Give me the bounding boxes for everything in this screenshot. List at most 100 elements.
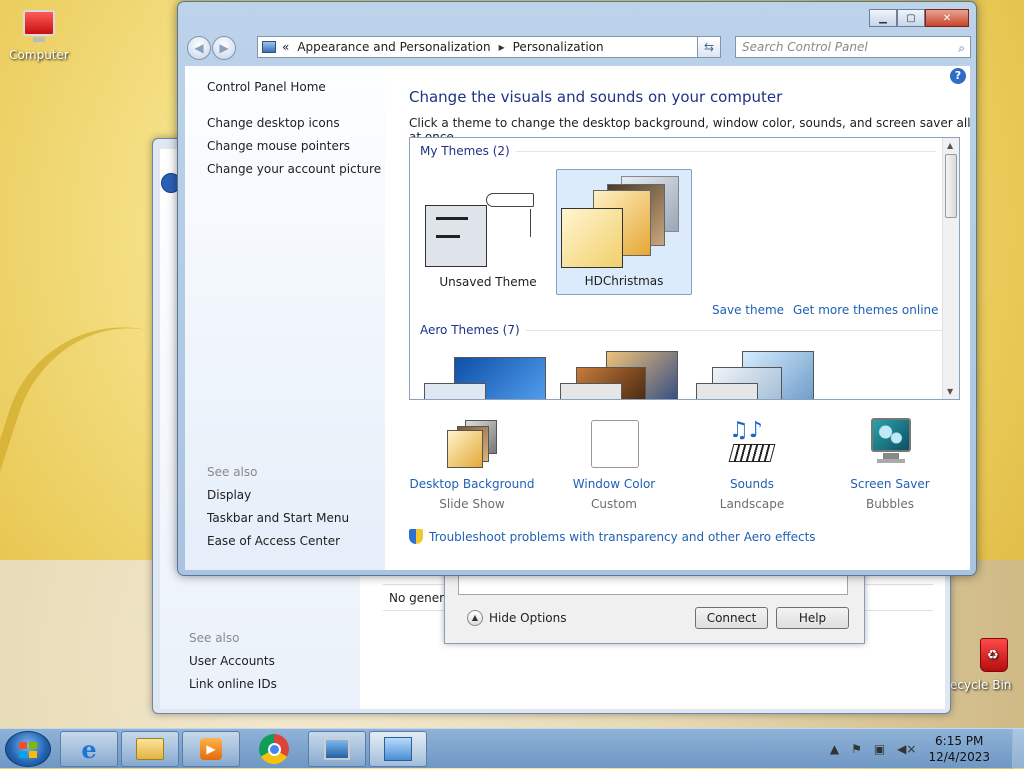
theme-name: Unsaved Theme [439, 275, 537, 289]
scroll-up-icon[interactable]: ▲ [947, 141, 953, 150]
chrome-icon [259, 734, 289, 764]
help-icon[interactable]: ? [950, 68, 966, 84]
breadcrumb-appearance[interactable]: Appearance and Personalization [297, 40, 490, 54]
desktop-icon-computer[interactable]: Computer [6, 8, 72, 62]
page-title: Change the visuals and sounds on your co… [409, 88, 783, 106]
search-input[interactable]: Search Control Panel ⌕ [735, 36, 971, 58]
breadcrumb-personalization[interactable]: Personalization [513, 40, 604, 54]
window-color-icon [587, 418, 641, 468]
search-icon[interactable]: ⌕ [958, 38, 965, 58]
clock[interactable]: 6:15 PM 12/4/2023 [928, 733, 990, 765]
get-more-themes-link[interactable]: Get more themes online [793, 303, 939, 317]
my-themes-label: My Themes (2) [420, 144, 510, 158]
clock-time: 6:15 PM [935, 734, 984, 748]
option-title: Desktop Background [409, 477, 535, 491]
forward-button[interactable]: ▶ [212, 36, 236, 60]
taskbar-file-explorer[interactable] [121, 731, 179, 767]
internet-explorer-icon: e [81, 734, 97, 764]
back-button[interactable]: ◀ [187, 36, 211, 60]
breadcrumb-prefix[interactable]: « [282, 40, 289, 54]
desktop-background-icon [445, 418, 499, 468]
taskbar-remote-desktop[interactable] [308, 731, 366, 767]
sounds-icon: ♫♪ [725, 418, 779, 468]
show-hidden-icons-icon[interactable]: ▲ [830, 742, 839, 756]
taskbar-control-panel[interactable] [369, 731, 427, 767]
see-also-section: See also Display Taskbar and Start Menu … [207, 461, 349, 553]
change-mouse-pointers-link[interactable]: Change mouse pointers [207, 135, 381, 158]
connect-dialog[interactable]: ▲ Hide Options Connect Help [444, 565, 865, 644]
link-online-ids[interactable]: Link online IDs [189, 673, 277, 696]
divider [525, 329, 956, 331]
volume-muted-icon[interactable]: ◀× [897, 742, 916, 756]
taskbar: e ▶ ▲ ⚑ ▣ ◀× 6:15 PM 12/4/2023 [0, 728, 1024, 769]
option-title: Window Color [572, 477, 656, 491]
window-caption-buttons: ▁ ▢ ✕ [869, 9, 969, 27]
aero-themes-group: Aero Themes (7) [420, 323, 956, 337]
task-links: Control Panel Home Change desktop icons … [207, 76, 381, 181]
network-icon[interactable]: ▣ [874, 742, 885, 756]
theme-tile-hdchristmas[interactable]: HDChristmas [556, 169, 692, 295]
breadcrumb-separator-icon[interactable]: ▸ [499, 40, 505, 54]
clock-date: 12/4/2023 [928, 750, 990, 764]
option-value: Slide Show [439, 497, 505, 511]
save-theme-link[interactable]: Save theme [712, 303, 784, 317]
option-value: Bubbles [865, 497, 915, 511]
control-panel-home-link[interactable]: Control Panel Home [207, 76, 381, 99]
address-bar[interactable]: « Appearance and Personalization ▸ Perso… [257, 36, 717, 58]
chevron-up-icon[interactable]: ▲ [467, 610, 483, 626]
option-title: Sounds [729, 477, 775, 491]
minimize-icon: ▁ [879, 12, 887, 24]
search-placeholder: Search Control Panel [742, 40, 868, 54]
link-user-accounts[interactable]: User Accounts [189, 650, 277, 673]
taskbar-media-player[interactable]: ▶ [182, 731, 240, 767]
folder-icon [136, 738, 164, 760]
divider [515, 150, 936, 152]
theme-tile-unsaved[interactable]: Unsaved Theme [420, 169, 556, 295]
desktop-icon-label: ecycle Bin [950, 678, 1012, 692]
action-center-flag-icon[interactable]: ⚑ [851, 742, 862, 756]
window-color-option[interactable]: Window Color Custom [549, 418, 679, 514]
remote-desktop-icon [324, 738, 350, 760]
see-also-heading: See also [207, 465, 258, 479]
taskbar-start-menu-link[interactable]: Taskbar and Start Menu [207, 507, 349, 530]
computer-icon [20, 8, 58, 44]
option-title: Screen Saver [850, 477, 930, 491]
start-button[interactable] [5, 731, 51, 767]
minimize-button[interactable]: ▁ [869, 9, 897, 27]
media-player-icon: ▶ [200, 738, 222, 760]
desktop-background-option[interactable]: Desktop Background Slide Show [407, 418, 537, 514]
sounds-option[interactable]: ♫♪ Sounds Landscape [687, 418, 817, 514]
personalization-window[interactable]: ▁ ▢ ✕ ◀ ▶ « Appearance and Personalizati… [177, 1, 977, 576]
refresh-button[interactable]: ⇆ [697, 36, 721, 58]
help-button[interactable]: Help [776, 607, 849, 629]
refresh-icon: ⇆ [703, 40, 715, 54]
system-tray: ▲ ⚑ ▣ ◀× 6:15 PM 12/4/2023 [830, 733, 1014, 765]
scrollbar-thumb[interactable] [945, 154, 957, 218]
taskbar-internet-explorer[interactable]: e [60, 731, 118, 767]
option-value: Custom [591, 497, 637, 511]
connect-button[interactable]: Connect [695, 607, 768, 629]
windows-logo-icon [19, 742, 37, 758]
maximize-icon: ▢ [906, 12, 916, 24]
maximize-button[interactable]: ▢ [897, 9, 925, 27]
show-desktop-button[interactable] [1012, 729, 1024, 769]
my-themes-group: My Themes (2) [420, 144, 936, 158]
themes-list[interactable]: My Themes (2) Unsaved Theme HDChristmas [409, 137, 960, 400]
background-see-also: See also User Accounts Link online IDs [189, 627, 277, 696]
option-value: Landscape [719, 497, 785, 511]
desktop-icon-recycle-bin[interactable]: ♻ ecycle Bin [950, 634, 1024, 692]
hide-options-label: Hide Options [489, 611, 567, 625]
screen-saver-option[interactable]: Screen Saver Bubbles [825, 418, 955, 514]
see-also-heading: See also [189, 631, 240, 645]
close-button[interactable]: ✕ [925, 9, 969, 27]
ease-of-access-link[interactable]: Ease of Access Center [207, 530, 349, 553]
troubleshoot-link[interactable]: Troubleshoot problems with transparency … [409, 529, 816, 544]
scroll-down-icon[interactable]: ▼ [947, 387, 953, 396]
change-account-picture-link[interactable]: Change your account picture [207, 158, 381, 181]
display-link[interactable]: Display [207, 484, 349, 507]
themes-scrollbar[interactable]: ▲ ▼ [942, 138, 959, 399]
change-desktop-icons-link[interactable]: Change desktop icons [207, 112, 381, 135]
control-panel-icon [262, 41, 276, 53]
hide-options-toggle[interactable]: ▲ Hide Options [467, 610, 566, 626]
taskbar-chrome[interactable] [245, 731, 303, 767]
